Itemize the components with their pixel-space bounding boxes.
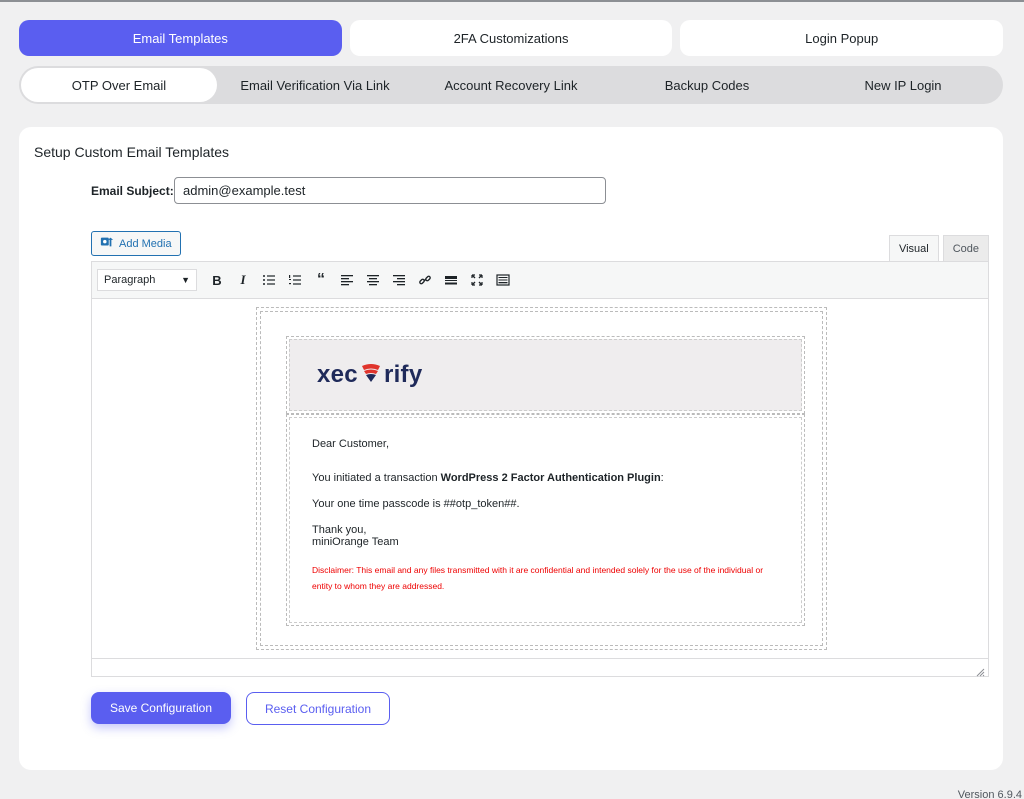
email-body: Dear Customer, You initiated a transacti…	[286, 414, 805, 626]
email-thanks: Thank you,	[312, 524, 367, 536]
read-more-icon[interactable]	[439, 268, 463, 292]
align-center-icon[interactable]	[361, 268, 385, 292]
resize-handle-icon[interactable]	[975, 664, 985, 677]
email-subject-input[interactable]	[174, 177, 606, 204]
tab-account-recovery-link[interactable]: Account Recovery Link	[413, 68, 609, 102]
italic-icon[interactable]: I	[231, 268, 255, 292]
format-select-value: Paragraph	[104, 274, 156, 286]
tab-new-ip-login[interactable]: New IP Login	[805, 68, 1001, 102]
tab-email-templates[interactable]: Email Templates	[19, 20, 342, 56]
editor-toolbar: Paragraph ▼ B I “	[92, 262, 988, 299]
align-right-icon[interactable]	[387, 268, 411, 292]
shield-logo-icon	[358, 360, 384, 391]
tab-visual[interactable]: Visual	[888, 235, 939, 261]
main-tabs: Email Templates 2FA Customizations Login…	[19, 20, 1004, 56]
sub-tabs: OTP Over Email Email Verification Via Li…	[19, 66, 1003, 104]
email-team: miniOrange Team	[312, 536, 399, 548]
editor-statusbar	[92, 658, 988, 677]
tab-2fa-customizations[interactable]: 2FA Customizations	[349, 20, 673, 56]
page-title: Setup Custom Email Templates	[34, 144, 230, 160]
bullet-list-icon[interactable]	[257, 268, 281, 292]
email-disclaimer: Disclaimer: This email and any files tra…	[312, 565, 764, 591]
bold-icon[interactable]: B	[205, 268, 229, 292]
media-icon	[100, 235, 114, 252]
xecurify-logo: xec rify	[317, 360, 423, 391]
editor-mode-tabs: Visual Code	[888, 235, 989, 261]
email-subject-label: Email Subject:	[91, 184, 174, 198]
email-greeting: Dear Customer,	[312, 438, 390, 450]
reset-configuration-button[interactable]: Reset Configuration	[246, 692, 390, 725]
dropdown-arrow-icon: ▼	[181, 275, 190, 285]
numbered-list-icon[interactable]	[283, 268, 307, 292]
admin-top-border	[0, 0, 1024, 2]
email-header: xec rify	[286, 336, 805, 414]
tab-email-verification-via-link[interactable]: Email Verification Via Link	[217, 68, 413, 102]
tab-login-popup[interactable]: Login Popup	[680, 20, 1004, 56]
editor-content-area[interactable]: xec rify Dear Customer, You initiated a	[92, 299, 988, 659]
fullscreen-icon[interactable]	[465, 268, 489, 292]
rich-text-editor: Paragraph ▼ B I “ xec rify Dear Customer…	[91, 261, 989, 677]
add-media-button[interactable]: Add Media	[91, 231, 181, 256]
version-label: Version 6.9.4	[957, 789, 1022, 799]
email-template-card: Setup Custom Email Templates Email Subje…	[19, 127, 1003, 770]
tab-code[interactable]: Code	[942, 235, 989, 261]
tab-backup-codes[interactable]: Backup Codes	[609, 68, 805, 102]
link-icon[interactable]	[413, 268, 437, 292]
paragraph-format-select[interactable]: Paragraph ▼	[97, 269, 197, 291]
toolbar-toggle-icon[interactable]	[491, 268, 515, 292]
add-media-label: Add Media	[119, 237, 172, 250]
email-passcode-line: Your one time passcode is ##otp_token##.	[312, 498, 520, 510]
email-preview: xec rify Dear Customer, You initiated a	[256, 307, 827, 650]
email-transaction-line: You initiated a transaction WordPress 2 …	[312, 472, 664, 484]
align-left-icon[interactable]	[335, 268, 359, 292]
blockquote-icon[interactable]: “	[309, 268, 333, 292]
save-configuration-button[interactable]: Save Configuration	[91, 692, 231, 724]
tab-otp-over-email[interactable]: OTP Over Email	[21, 68, 217, 102]
